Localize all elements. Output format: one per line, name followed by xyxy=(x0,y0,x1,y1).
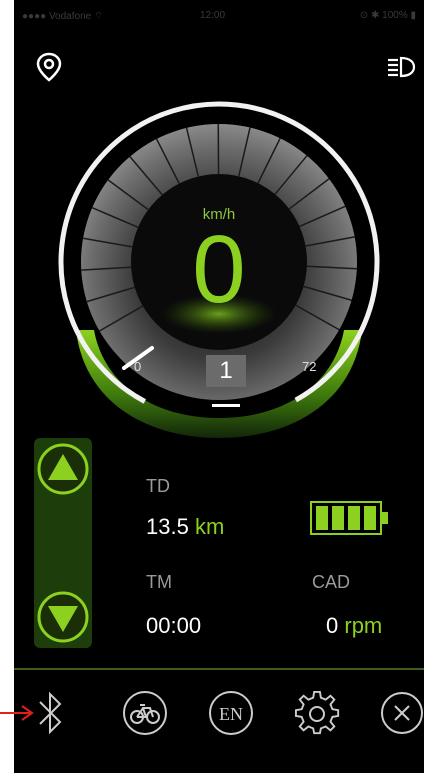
language-icon: EN xyxy=(209,691,253,735)
bluetooth-icon xyxy=(39,691,62,735)
triangle-down-icon xyxy=(37,591,89,643)
triangle-up-icon xyxy=(37,443,89,495)
tm-value: 00:00 xyxy=(146,613,202,638)
assist-up-button[interactable] xyxy=(36,442,90,501)
gear-underline xyxy=(212,404,240,407)
nav-language-button[interactable]: EN xyxy=(208,690,254,736)
td-value-row: 13.5 km xyxy=(146,514,224,540)
gauge-max-label: 72 xyxy=(302,359,316,374)
close-icon xyxy=(381,692,423,734)
gauge-min-label: 0 xyxy=(134,359,141,374)
gear-icon xyxy=(294,690,340,735)
td-label: TD xyxy=(146,476,170,496)
td-unit: km xyxy=(194,514,225,539)
td-value: 13.5 xyxy=(146,514,189,539)
cad-unit: rpm xyxy=(344,613,383,638)
nav-settings-button[interactable] xyxy=(294,690,340,736)
nav-close-button[interactable] xyxy=(380,690,424,736)
speed-value: 0 xyxy=(192,216,246,323)
app-screen: ●●●● Vodafone ⌔ 12:00 ⊙ ✱ 100% ▮ 0 72 km… xyxy=(14,0,424,773)
cad-value-row: 0 rpm xyxy=(326,613,382,639)
bike-icon xyxy=(123,691,167,735)
nav-bike-button[interactable] xyxy=(122,690,168,736)
gear-indicator: 1 xyxy=(206,355,246,387)
nav-bluetooth-button[interactable] xyxy=(36,690,66,736)
cad-value: 0 xyxy=(326,613,339,638)
bottom-divider xyxy=(14,668,424,670)
nav-language-label: EN xyxy=(219,704,243,724)
cad-label: CAD xyxy=(312,572,351,592)
battery-icon xyxy=(310,500,394,541)
tm-label: TM xyxy=(146,572,172,592)
annotation-arrow-icon xyxy=(0,703,36,728)
assist-down-button[interactable] xyxy=(36,590,90,649)
